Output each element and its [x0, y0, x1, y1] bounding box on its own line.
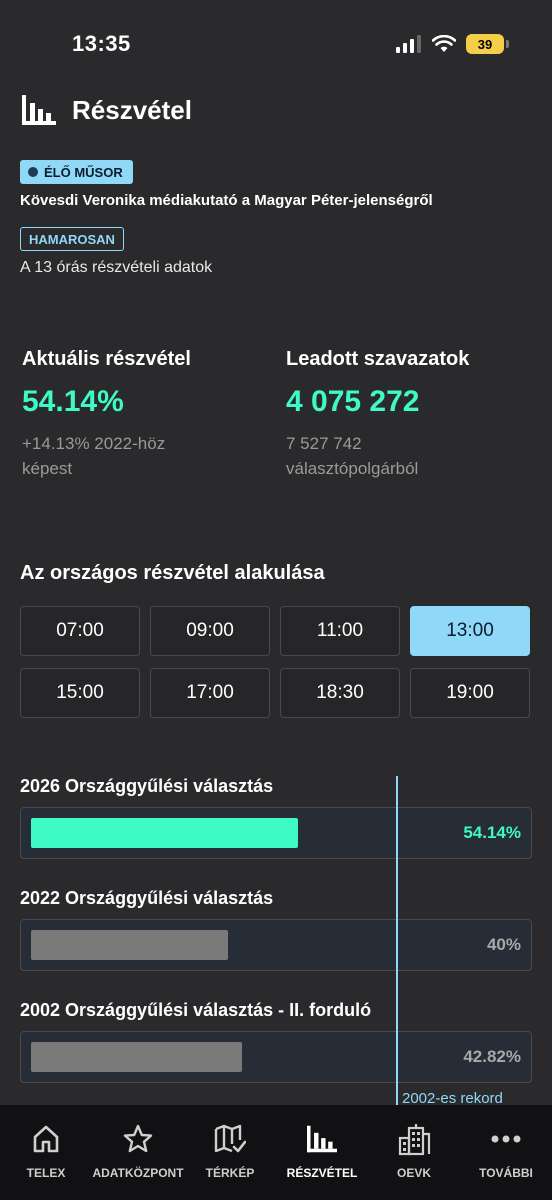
turnout-bar-fill [31, 1042, 242, 1072]
time-selector: 07:00 09:00 11:00 13:00 15:00 17:00 18:3… [20, 606, 530, 718]
turnout-label: Aktuális részvétel [22, 348, 191, 370]
more-icon [491, 1135, 521, 1143]
nav-item-oevk[interactable]: OEVK [368, 1105, 460, 1200]
turnout-bar-value: 54.14% [463, 823, 521, 842]
bar-chart-icon [22, 95, 56, 125]
votes-value: 4 075 272 [286, 385, 420, 418]
nav-item-adatkozpont[interactable]: ADATKÖZPONT [92, 1105, 184, 1200]
time-button[interactable]: 18:30 [280, 668, 400, 718]
soon-badge: HAMAROSAN [20, 227, 124, 251]
signal-icon [396, 35, 421, 53]
election-title: 2026 Országgyűlési választás [20, 776, 274, 796]
turnout-bar: 54.14% [20, 807, 532, 859]
status-bar: 13:35 39 [0, 0, 552, 80]
star-icon [123, 1124, 153, 1153]
nav-item-telex[interactable]: TELEX [0, 1105, 92, 1200]
time-button[interactable]: 17:00 [150, 668, 270, 718]
status-time: 13:35 [72, 31, 131, 56]
votes-sub-line2: választópolgárból [286, 459, 419, 478]
time-button[interactable]: 07:00 [20, 606, 140, 656]
nav-label: ADATKÖZPONT [92, 1166, 184, 1180]
live-badge[interactable]: ÉLŐ MŰSOR [20, 160, 133, 184]
turnout-value: 54.14% [22, 385, 124, 418]
election-2026: 2026 Országgyűlési választás 54.14% [20, 776, 532, 859]
battery-icon: 39 [466, 34, 509, 54]
election-2022: 2022 Országgyűlési választás 40% [20, 888, 532, 971]
time-button[interactable]: 09:00 [150, 606, 270, 656]
turnout-bar-fill [31, 818, 298, 848]
page-title: Részvétel [72, 94, 192, 125]
nav-label: RÉSZVÉTEL [286, 1166, 358, 1180]
map-icon [214, 1124, 246, 1153]
nav-item-tovabbi[interactable]: TOVÁBBI [460, 1105, 552, 1200]
turnout-bar: 40% [20, 919, 532, 971]
live-badge-label: ÉLŐ MŰSOR [44, 164, 123, 180]
time-button[interactable]: 13:00 [410, 606, 530, 656]
turnout-stat: Aktuális részvétel 54.14% +14.13% 2022-h… [22, 348, 191, 481]
turnout-bar-fill [31, 930, 228, 960]
votes-sub-line1: 7 527 742 [286, 434, 362, 453]
votes-stat: Leadott szavazatok 4 075 272 7 527 742 v… [286, 348, 469, 481]
nav-label: OEVK [396, 1166, 431, 1180]
election-title: 2002 Országgyűlési választás - II. fordu… [20, 1000, 372, 1020]
votes-label: Leadott szavazatok [286, 348, 470, 370]
nav-label: TÉRKÉP [205, 1166, 255, 1180]
live-dot-icon [28, 167, 38, 177]
nav-item-terkep[interactable]: TÉRKÉP [184, 1105, 276, 1200]
votes-sub: 7 527 742 választópolgárból [286, 431, 469, 481]
time-button[interactable]: 11:00 [280, 606, 400, 656]
turnout-sub-line2: képest [22, 459, 73, 478]
page-header: Részvétel [22, 88, 192, 132]
turnout-bar-value: 42.82% [463, 1047, 521, 1066]
section-title: Az országos részvétel alakulása [20, 562, 325, 584]
nav-item-reszvetel[interactable]: RÉSZVÉTEL [276, 1105, 368, 1200]
turnout-bar: 42.82% [20, 1031, 532, 1083]
nav-label: TOVÁBBI [479, 1166, 533, 1180]
election-2002: 2002 Országgyűlési választás - II. fordu… [20, 1000, 532, 1083]
wifi-icon [432, 35, 456, 52]
live-program-title[interactable]: Kövesdi Veronika médiakutató a Magyar Pé… [20, 192, 433, 209]
election-title: 2022 Országgyűlési választás [20, 888, 274, 908]
soon-text[interactable]: A 13 órás részvételi adatok [20, 259, 212, 277]
status-icons: 39 [396, 34, 509, 54]
turnout-sub: +14.13% 2022-höz képest [22, 431, 191, 481]
bar-chart-icon [307, 1125, 337, 1153]
building-icon [398, 1124, 431, 1156]
turnout-bar-value: 40% [486, 935, 521, 954]
turnout-sub-line1: +14.13% 2022-höz [22, 434, 166, 453]
time-button[interactable]: 19:00 [410, 668, 530, 718]
nav-label: TELEX [26, 1166, 66, 1180]
home-icon [33, 1125, 59, 1153]
bottom-nav: TELEX ADATKÖZPONT TÉRKÉP RÉSZVÉTEL OEVK … [0, 1105, 552, 1200]
record-line [396, 776, 398, 1106]
time-button[interactable]: 15:00 [20, 668, 140, 718]
